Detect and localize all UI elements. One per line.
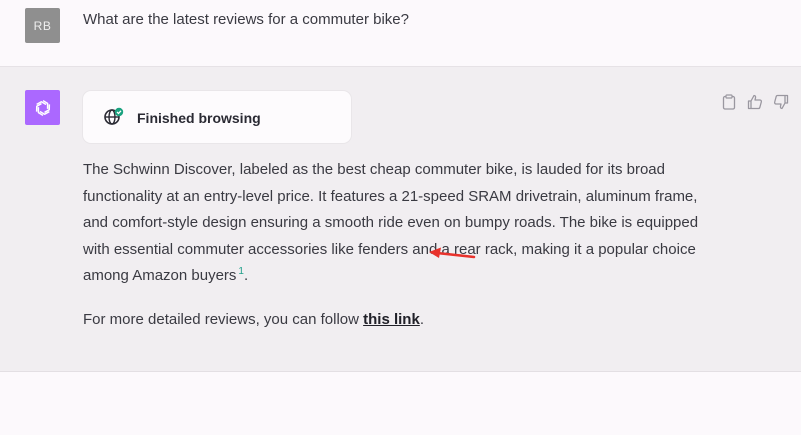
followup-prefix: For more detailed reviews, you can follo… bbox=[83, 310, 364, 328]
user-message-text: What are the latest reviews for a commut… bbox=[83, 11, 409, 28]
browsing-status-card[interactable]: Finished browsing bbox=[83, 91, 351, 143]
user-avatar: RB bbox=[25, 8, 60, 43]
assistant-message-row: Finished browsing The Schwinn Discover, … bbox=[0, 67, 801, 372]
bottom-area bbox=[0, 372, 801, 435]
message-actions bbox=[720, 93, 790, 111]
thumbs-up-icon[interactable] bbox=[746, 93, 764, 111]
globe-check-icon bbox=[103, 106, 125, 128]
followup-suffix: . bbox=[419, 310, 424, 328]
user-message-row: RB What are the latest reviews for a com… bbox=[0, 0, 801, 67]
answer-paragraph: The Schwinn Discover, labeled as the bes… bbox=[83, 157, 723, 290]
assistant-answer: The Schwinn Discover, labeled as the bes… bbox=[83, 157, 723, 333]
paragraph-end: . bbox=[243, 267, 249, 284]
thumbs-down-icon[interactable] bbox=[772, 93, 790, 111]
browsing-status-label: Finished browsing bbox=[137, 110, 261, 126]
answer-paragraph-text: The Schwinn Discover, labeled as the bes… bbox=[83, 161, 699, 284]
openai-logo-icon bbox=[25, 90, 60, 125]
followup-paragraph: For more detailed reviews, you can follo… bbox=[83, 307, 723, 334]
chat-page: RB What are the latest reviews for a com… bbox=[0, 0, 801, 435]
annotation-arrow-icon bbox=[429, 247, 476, 259]
this-link[interactable]: this link bbox=[363, 311, 420, 328]
clipboard-icon[interactable] bbox=[720, 93, 738, 111]
